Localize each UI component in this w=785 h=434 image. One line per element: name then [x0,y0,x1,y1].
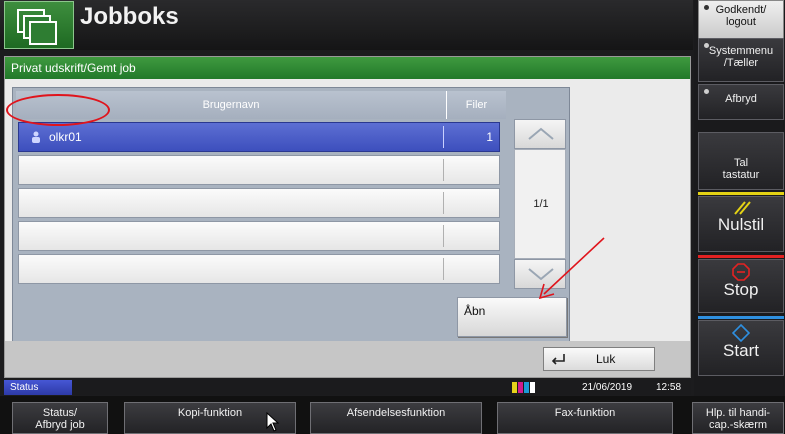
system-menu-button[interactable]: Systemmenu /Tæller [698,38,784,82]
interrupt-label: Afbryd [725,93,757,105]
status-cancel-job-button[interactable]: Status/ Afbryd job [12,402,108,434]
status-date: 21/06/2019 [582,382,633,393]
panel-title: Privat udskrift/Gemt job [5,57,690,79]
stop-label: Stop [723,280,759,299]
open-button-label: Åbn [464,304,486,318]
toner-level-icon [512,382,535,393]
system-menu-label: Systemmenu /Tæller [708,45,774,69]
reset-indicator-bar [698,192,784,195]
scroll-up-button[interactable] [514,119,566,149]
indicator-dot [704,43,709,48]
start-label: Start [723,341,759,360]
reset-label: Nulstil [717,215,765,234]
list-row-selected[interactable]: olkr01 1 [18,122,500,152]
chevron-up-icon [528,127,554,140]
indicator-dot [704,5,709,10]
status-label[interactable]: Status [4,380,72,395]
close-button-label: Luk [596,352,616,366]
numpad-button[interactable]: Tal tastatur [698,132,784,190]
reset-slash-icon [734,201,751,215]
list-row[interactable] [18,155,500,185]
close-button[interactable]: Luk [543,347,655,371]
open-button[interactable]: Åbn [457,297,567,337]
status-time: 12:58 [656,382,682,393]
stop-button[interactable]: Stop [698,259,784,313]
fax-function-label: Fax-funktion [554,407,616,419]
jobbox-folders-icon [17,9,57,45]
row-divider [443,192,444,214]
page-indicator: 1/1 [533,198,549,210]
list-row[interactable] [18,221,500,251]
start-indicator-bar [698,316,784,319]
accessibility-display-button[interactable]: Hlp. til handi- cap.-skærm [692,402,784,434]
row-file-count: 1 [486,130,493,144]
start-diamond-icon [731,323,751,343]
function-bar: Status/ Afbryd job Kopi-funktion Afsende… [0,396,785,434]
stop-indicator-bar [698,255,784,258]
header-bar: Jobboks [0,0,693,50]
stop-octagon-icon [732,263,750,281]
row-divider [443,159,444,181]
login-logout-button[interactable]: Godkendt/ logout [698,0,784,42]
row-divider [443,258,444,280]
status-strip: Status 21/06/2019 12:58 [4,380,691,395]
column-header-files[interactable]: Filer [446,91,506,119]
jobbox-app-icon [4,1,74,49]
send-function-label: Afsendelsesfunktion [346,407,446,419]
page-title: Jobboks [80,3,179,30]
row-username: olkr01 [49,130,82,144]
login-logout-label: Godkendt/ logout [715,4,767,28]
annotation-ellipse [6,94,110,126]
annotation-arrow-icon [538,237,605,300]
start-button[interactable]: Start [698,320,784,376]
row-divider [443,126,444,148]
row-divider [443,225,444,247]
list-row[interactable] [18,254,500,284]
accessibility-display-label: Hlp. til handi- cap.-skærm [705,407,771,431]
user-icon [32,131,40,143]
numpad-label: Tal tastatur [722,157,760,181]
fax-function-button[interactable]: Fax-funktion [497,402,673,434]
interrupt-button[interactable]: Afbryd [698,84,784,120]
status-cancel-job-label: Status/ Afbryd job [35,407,85,431]
reset-button[interactable]: Nulstil [698,196,784,252]
list-row[interactable] [18,188,500,218]
panel-footer: Luk [5,341,690,377]
mouse-cursor-icon [266,412,280,432]
send-function-button[interactable]: Afsendelsesfunktion [310,402,482,434]
return-arrow-icon [551,354,565,365]
side-panel: Godkendt/ logout Systemmenu /Tæller Afbr… [694,0,785,396]
indicator-dot [704,89,709,94]
